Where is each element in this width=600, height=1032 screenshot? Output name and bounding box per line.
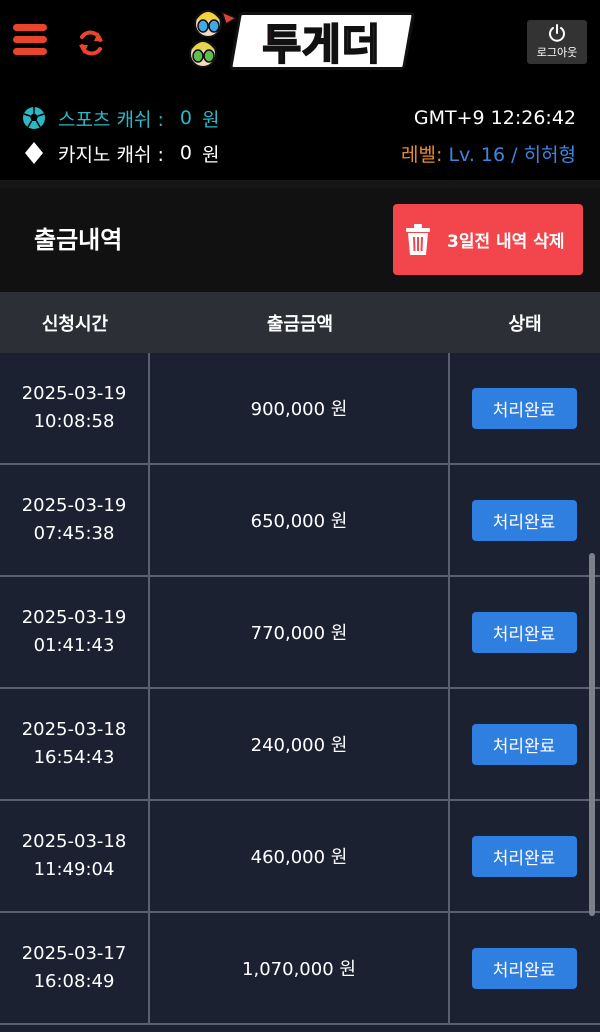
- server-clock: GMT+9 12:26:42: [413, 107, 576, 129]
- refresh-icon[interactable]: [76, 28, 106, 58]
- sports-cash-label: 스포츠 캐쉬 :: [58, 108, 164, 131]
- withdrawal-amount: 900,000 원: [150, 353, 450, 463]
- casino-cash-label: 카지노 캐쉬 :: [58, 143, 164, 166]
- request-clock: 16:54:43: [33, 747, 115, 768]
- casino-cash-unit: 원: [201, 143, 220, 166]
- menu-icon[interactable]: [13, 24, 47, 58]
- page-title: 출금내역: [34, 226, 123, 254]
- column-header-status: 상태: [508, 313, 542, 335]
- sports-cash-value: 0: [179, 107, 192, 129]
- level-label: 레벨:: [401, 143, 443, 166]
- page-header: 출금내역 3일전 내역 삭제: [0, 188, 600, 292]
- request-time: 2025-03-19 10:08:58: [0, 353, 150, 463]
- table-row: 2025-03-19 01:41:43 770,000 원 처리완료: [0, 577, 600, 689]
- request-date: 2025-03-18: [21, 719, 127, 740]
- table-row: 2025-03-18 11:49:04 460,000 원 처리완료: [0, 801, 600, 913]
- request-date: 2025-03-18: [21, 831, 127, 852]
- withdrawal-amount: 1,070,000 원: [150, 913, 450, 1023]
- withdrawal-amount: 770,000 원: [150, 577, 450, 687]
- status-badge[interactable]: 처리완료: [471, 387, 577, 429]
- casino-cash-value: 0: [179, 142, 192, 164]
- trash-icon: [406, 223, 430, 255]
- table-header: 신청시간 출금금액 상태: [0, 292, 600, 353]
- status-badge[interactable]: 처리완료: [471, 947, 577, 989]
- request-clock: 01:41:43: [33, 635, 115, 656]
- request-time: 2025-03-19 01:41:43: [0, 577, 150, 687]
- request-time: 2025-03-17 16:08:49: [0, 913, 150, 1023]
- request-date: 2025-03-19: [21, 495, 127, 516]
- withdrawal-amount: 460,000 원: [150, 801, 450, 911]
- request-clock: 11:49:04: [33, 859, 115, 880]
- status-badge[interactable]: 처리완료: [471, 499, 577, 541]
- table-row: 2025-03-17 16:08:49 1,070,000 원 처리완료: [0, 913, 600, 1025]
- header: 투게더 로그아웃: [0, 0, 600, 88]
- request-time: 2025-03-18 11:49:04: [0, 801, 150, 911]
- logout-label: 로그아웃: [536, 46, 578, 59]
- scrollbar[interactable]: [589, 553, 595, 916]
- soccer-ball-icon: [22, 106, 46, 130]
- account-info-bar: 스포츠 캐쉬 : 0 원 카지노 캐쉬 : 0 원 GMT+9 12:26:42…: [0, 88, 600, 180]
- status-badge[interactable]: 처리완료: [471, 723, 577, 765]
- casino-cash: 카지노 캐쉬 : 0 원: [22, 138, 219, 168]
- divider: [0, 180, 600, 188]
- table-row: 2025-03-19 10:08:58 900,000 원 처리완료: [0, 353, 600, 465]
- delete-history-label: 3일전 내역 삭제: [447, 232, 565, 252]
- delete-history-button[interactable]: 3일전 내역 삭제: [393, 204, 583, 275]
- withdrawal-table[interactable]: 2025-03-19 10:08:58 900,000 원 처리완료 2025-…: [0, 353, 600, 1032]
- column-header-amount: 출금금액: [266, 313, 334, 335]
- status-badge[interactable]: 처리완료: [471, 835, 577, 877]
- status-badge[interactable]: 처리완료: [471, 611, 577, 653]
- table-row: 2025-03-19 07:45:38 650,000 원 처리완료: [0, 465, 600, 577]
- column-header-time: 신청시간: [41, 313, 109, 335]
- request-clock: 10:08:58: [33, 411, 115, 432]
- request-clock: 07:45:38: [33, 523, 115, 544]
- request-clock: 16:08:49: [33, 971, 115, 992]
- sports-cash: 스포츠 캐쉬 : 0 원: [22, 103, 219, 133]
- power-icon: [549, 24, 565, 42]
- request-time: 2025-03-18 16:54:43: [0, 689, 150, 799]
- logout-button[interactable]: 로그아웃: [527, 20, 587, 64]
- request-date: 2025-03-19: [21, 383, 127, 404]
- table-row: 2025-03-18 16:54:43 240,000 원 처리완료: [0, 689, 600, 801]
- user-level[interactable]: 레벨: Lv. 16 / 히허형: [401, 138, 576, 168]
- logo-text: 투게더: [262, 19, 383, 70]
- site-logo[interactable]: 투게더: [186, 8, 416, 72]
- withdrawal-amount: 240,000 원: [150, 689, 450, 799]
- request-date: 2025-03-19: [21, 607, 127, 628]
- withdrawal-amount: 650,000 원: [150, 465, 450, 575]
- request-date: 2025-03-17: [21, 943, 127, 964]
- sports-cash-unit: 원: [201, 108, 220, 131]
- request-time: 2025-03-19 07:45:38: [0, 465, 150, 575]
- level-value: Lv. 16 / 히허형: [448, 143, 576, 166]
- diamond-icon: [22, 141, 46, 165]
